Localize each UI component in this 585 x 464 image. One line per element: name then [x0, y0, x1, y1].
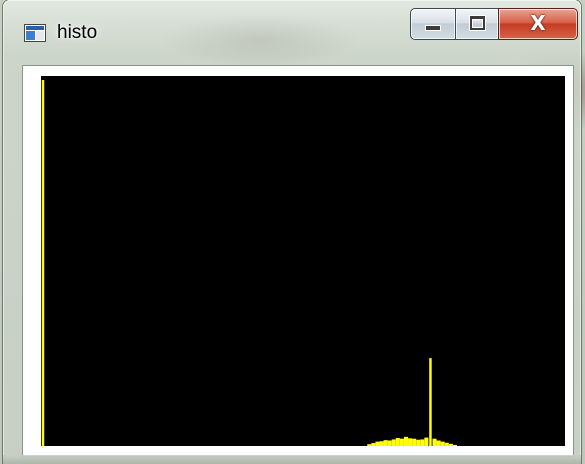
maximize-button[interactable] [455, 8, 499, 40]
histogram-bar [424, 437, 429, 446]
histogram-bar [448, 443, 453, 446]
histogram-chart [41, 80, 457, 446]
histogram-bar [375, 441, 380, 446]
histogram-bar [371, 443, 376, 446]
histogram-bar [432, 438, 437, 446]
close-icon: X [530, 11, 546, 35]
app-window-icon [24, 24, 46, 42]
histogram-bar [408, 438, 413, 446]
histogram-bar [399, 438, 404, 446]
title-bar[interactable]: histo X [3, 0, 581, 60]
histogram-bar [440, 441, 445, 446]
histogram-bar [387, 440, 392, 446]
histogram-bar [452, 444, 457, 446]
histogram-bar [416, 439, 421, 446]
histogram-bar [379, 441, 384, 446]
histogram-bar [391, 439, 396, 446]
histogram-bar [412, 438, 417, 446]
histogram-bar [41, 80, 45, 446]
histogram-bar [367, 444, 372, 446]
histogram-bar [429, 358, 432, 446]
window-bottom-edge [3, 455, 581, 464]
histogram-bar [383, 440, 388, 446]
minimize-button[interactable] [410, 8, 456, 40]
caption-buttons: X [407, 2, 579, 40]
histogram-window: histo X [3, 0, 581, 464]
minimize-icon [426, 26, 440, 30]
histogram-bar [403, 436, 409, 446]
window-title: histo [57, 22, 98, 43]
histogram-bar [444, 442, 449, 446]
client-area [22, 65, 574, 457]
maximize-icon [470, 16, 485, 30]
histogram-plot [41, 76, 565, 446]
histogram-bar [395, 437, 400, 446]
close-button[interactable]: X [498, 8, 578, 40]
histogram-bar [420, 439, 425, 446]
histogram-bar [436, 440, 441, 446]
